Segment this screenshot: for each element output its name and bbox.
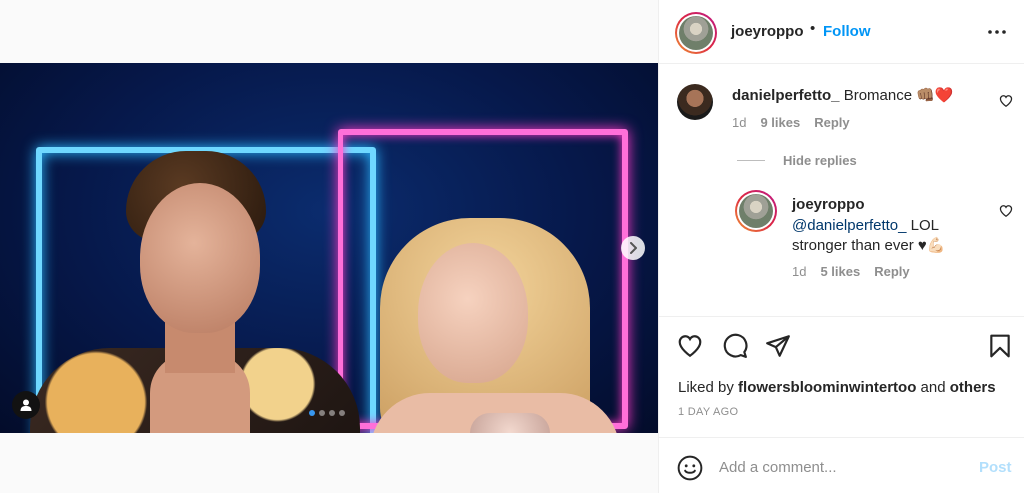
comment-input[interactable] <box>719 452 959 482</box>
carousel-next-button[interactable] <box>621 236 645 260</box>
post-comment-button[interactable]: Post <box>979 459 1012 476</box>
liked-by-prefix: Liked by <box>678 379 739 396</box>
replies-divider-line <box>737 160 765 161</box>
comment-meta: 1d 9 likes Reply <box>732 115 850 130</box>
chevron-right-icon <box>630 242 637 254</box>
comments-section: danielperfetto_ Bromance 👊🏽❤️ 1d 9 likes… <box>659 64 1024 316</box>
heart-icon[interactable] <box>677 333 703 359</box>
comment-body: danielperfetto_ Bromance 👊🏽❤️ <box>732 86 954 106</box>
comment-text: Bromance 👊🏽❤️ <box>843 87 954 104</box>
carousel-dot <box>319 410 325 416</box>
carousel-dot <box>309 410 315 416</box>
carousel-indicator <box>309 410 345 416</box>
comment-username[interactable]: danielperfetto_ <box>732 87 840 104</box>
comment-icon[interactable] <box>722 333 748 359</box>
post-header: joeyroppo • Follow <box>659 0 1024 64</box>
media-pane <box>0 0 658 493</box>
photo-man-face <box>140 183 260 333</box>
post-side-panel: joeyroppo • Follow danielperfetto_ Broma… <box>658 0 1024 493</box>
reply-likes[interactable]: 5 likes <box>820 264 860 279</box>
carousel-dot <box>339 410 345 416</box>
liked-by-text: Liked by flowersbloominwintertoo and oth… <box>678 379 996 396</box>
share-icon[interactable] <box>765 333 791 359</box>
photo-woman-face <box>418 243 528 383</box>
author-username[interactable]: joeyroppo <box>731 23 804 40</box>
tagged-people-button[interactable] <box>12 391 40 419</box>
reply-meta: 1d 5 likes Reply <box>792 264 910 279</box>
hide-replies-label: Hide replies <box>783 153 857 168</box>
comment-like-icon[interactable] <box>999 94 1013 108</box>
comment-likes[interactable]: 9 likes <box>760 115 800 130</box>
more-options-button[interactable] <box>985 22 1009 42</box>
reply-time[interactable]: 1d <box>792 264 806 279</box>
photo-woman-top <box>470 413 550 433</box>
reply-username[interactable]: joeyroppo <box>792 195 865 215</box>
comment-time[interactable]: 1d <box>732 115 746 130</box>
add-comment-bar: Post <box>659 437 1024 493</box>
emoji-icon[interactable] <box>677 455 703 481</box>
post-photo[interactable] <box>0 63 658 433</box>
reply-like-icon[interactable] <box>999 204 1013 218</box>
reply-mention-link[interactable]: @danielperfetto_ <box>792 217 906 234</box>
author-avatar[interactable] <box>675 12 717 54</box>
bookmark-icon[interactable] <box>987 333 1013 359</box>
commenter-avatar[interactable] <box>677 84 713 120</box>
user-icon <box>20 399 32 411</box>
post-actions: Liked by flowersbloominwintertoo and oth… <box>659 316 1024 436</box>
follow-button[interactable]: Follow <box>823 23 871 40</box>
post-timestamp[interactable]: 1 DAY AGO <box>678 406 738 418</box>
liked-by-and: and <box>916 379 950 396</box>
carousel-dot <box>329 410 335 416</box>
more-horizontal-icon <box>988 30 1006 34</box>
liked-by-others-link[interactable]: others <box>950 379 996 396</box>
hide-replies-button[interactable]: Hide replies <box>737 153 857 168</box>
reply-body: @danielperfetto_ LOL stronger than ever … <box>792 216 982 256</box>
separator-dot: • <box>810 20 816 37</box>
liked-by-user-link[interactable]: flowersbloominwintertoo <box>738 379 916 396</box>
reply-reply-button[interactable]: Reply <box>874 264 909 279</box>
comment-reply-button[interactable]: Reply <box>814 115 849 130</box>
reply-author-avatar[interactable] <box>735 190 777 232</box>
